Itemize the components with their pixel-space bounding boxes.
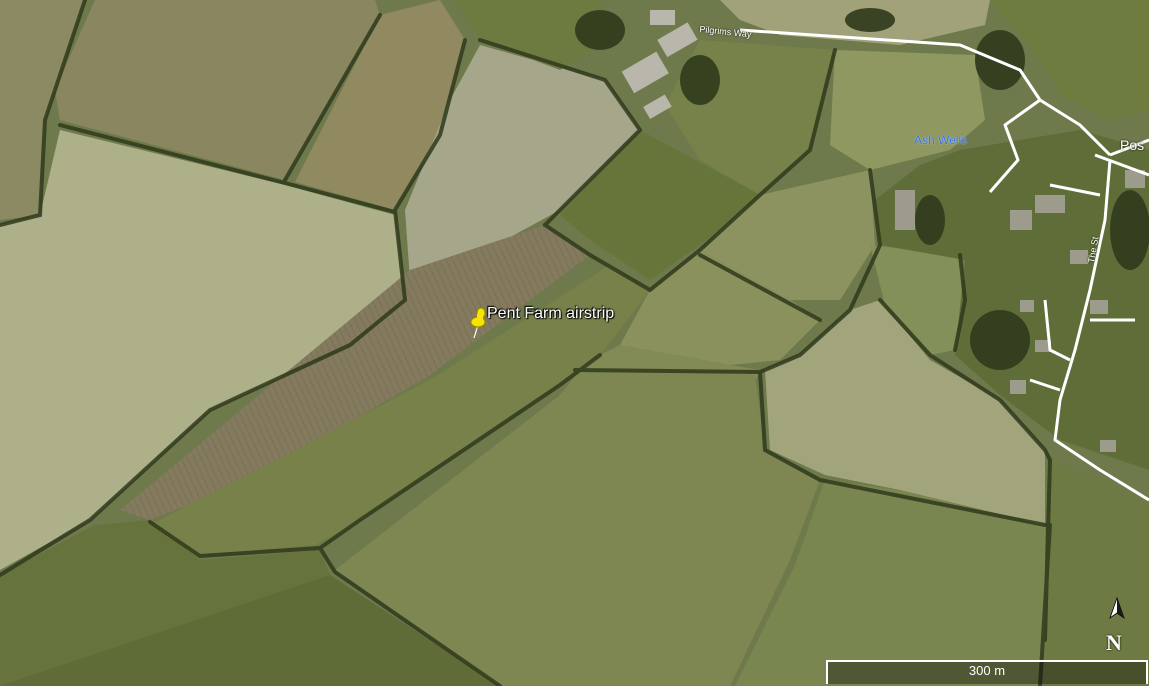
place-label-ash-wells[interactable]: Ash Wells bbox=[914, 133, 967, 147]
place-label-pos[interactable]: Pos bbox=[1120, 137, 1144, 153]
north-label: N bbox=[1106, 630, 1122, 655]
satellite-map[interactable] bbox=[0, 0, 1149, 686]
field bbox=[1045, 460, 1149, 686]
marker-label[interactable]: Pent Farm airstrip bbox=[487, 305, 614, 323]
scale-label: 300 m bbox=[968, 663, 1006, 678]
